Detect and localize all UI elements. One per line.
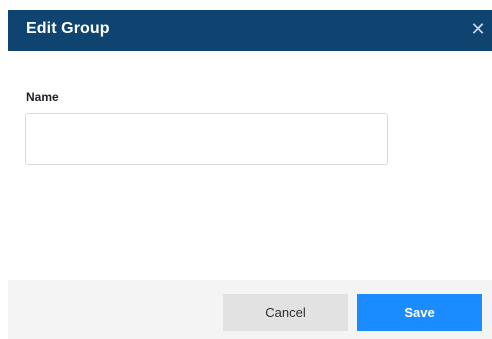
dialog-footer: Cancel Save [8,280,492,339]
edit-group-dialog: Edit Group ✕ Name Cancel Save [0,0,492,339]
dialog-body: Name [8,51,492,280]
close-icon[interactable]: ✕ [468,18,488,40]
dialog-title: Edit Group [26,20,110,37]
save-button[interactable]: Save [357,294,482,331]
name-label: Name [26,90,59,104]
dialog-header: Edit Group ✕ [8,10,492,51]
cancel-button[interactable]: Cancel [223,294,348,331]
name-input[interactable] [25,113,388,165]
